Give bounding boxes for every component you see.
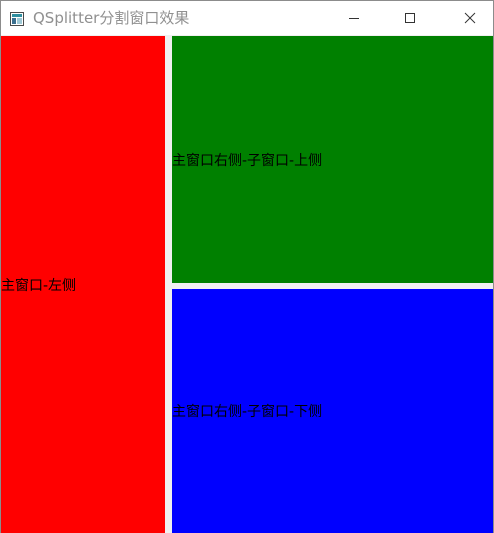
- maximize-button[interactable]: [387, 1, 433, 35]
- close-button[interactable]: [447, 1, 493, 35]
- left-pane-label: 主窗口-左侧: [1, 277, 77, 294]
- title-bar[interactable]: QSplitter分割窗口效果: [1, 1, 493, 35]
- maximize-icon: [404, 9, 416, 28]
- minimize-button[interactable]: [331, 1, 377, 35]
- right-top-pane: 主窗口右侧-子窗口-上侧: [172, 36, 493, 283]
- close-icon: [464, 9, 476, 28]
- app-window-icon: [10, 11, 24, 26]
- right-top-pane-label: 主窗口右侧-子窗口-上侧: [172, 152, 323, 169]
- window-title: QSplitter分割窗口效果: [33, 9, 190, 27]
- app-window: QSplitter分割窗口效果 主窗口-左侧 主窗口右侧-子窗口-上侧 主窗口右…: [0, 0, 494, 533]
- splitter-handle-vertical[interactable]: [165, 36, 172, 533]
- right-bottom-pane: 主窗口右侧-子窗口-下侧: [172, 289, 493, 533]
- minimize-icon: [348, 9, 360, 28]
- right-bottom-pane-label: 主窗口右侧-子窗口-下侧: [172, 404, 323, 420]
- left-pane: 主窗口-左侧: [1, 36, 165, 533]
- main-splitter: 主窗口-左侧 主窗口右侧-子窗口-上侧 主窗口右侧-子窗口-下侧: [1, 36, 493, 533]
